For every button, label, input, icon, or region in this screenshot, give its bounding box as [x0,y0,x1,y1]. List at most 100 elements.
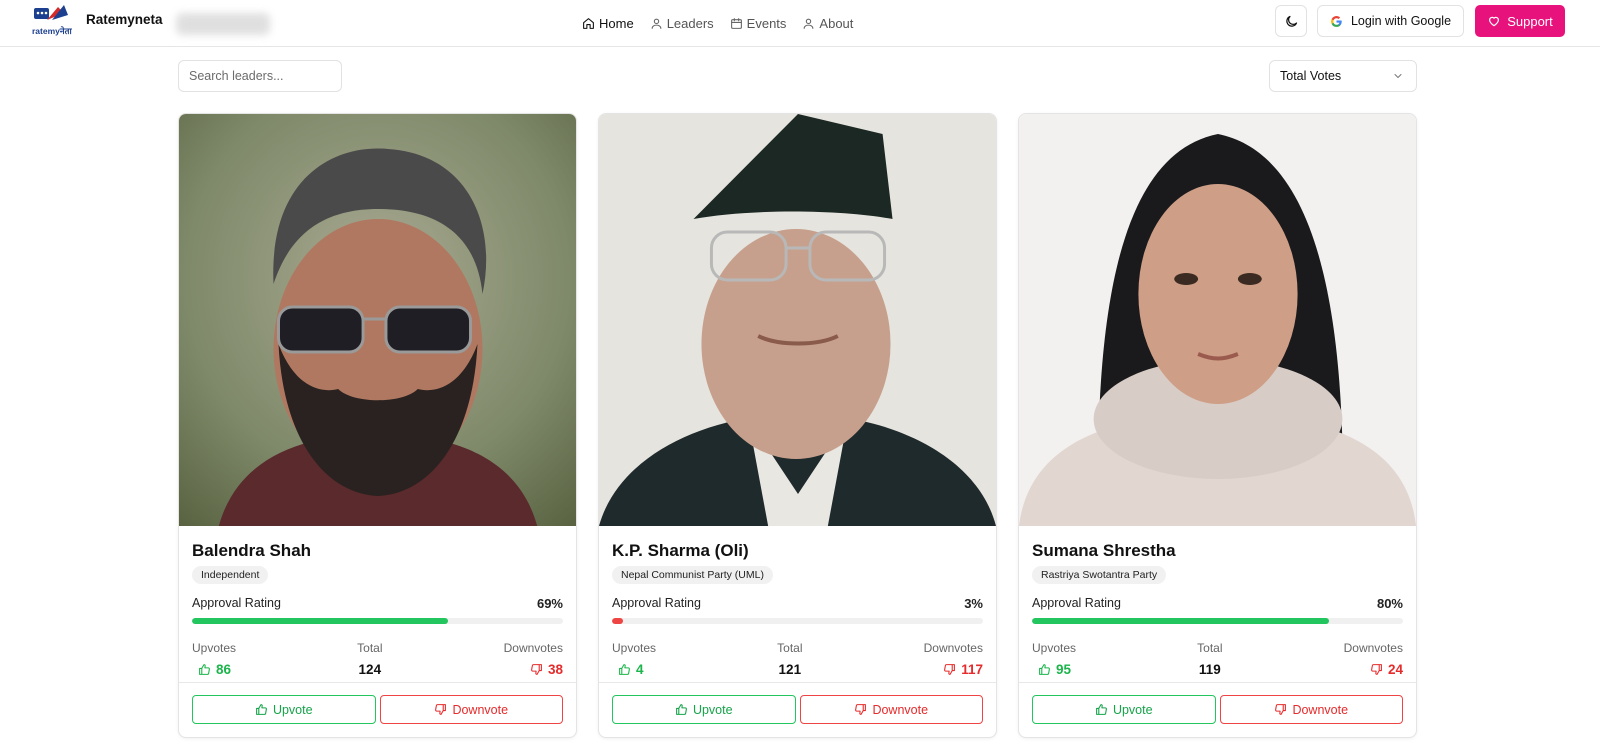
total-value: 119 [1198,662,1221,677]
leader-name[interactable]: K.P. Sharma (Oli) [612,541,983,561]
party-badge: Nepal Communist Party (UML) [612,566,773,584]
thumbs-up-icon [676,704,687,715]
thumbs-up-icon [256,704,267,715]
nav-about[interactable]: About [802,13,853,33]
downvote-button[interactable]: Downvote [1219,695,1403,724]
card-divider [599,682,996,683]
upvote-label: Upvote [692,702,733,717]
thumbs-down-icon [944,664,956,675]
nav-leaders[interactable]: Leaders [650,13,714,33]
nav-home[interactable]: Home [582,13,634,33]
home-icon [583,17,594,29]
downvote-button[interactable]: Downvote [799,695,983,724]
approval-progress-bar [1032,618,1403,624]
card-divider [179,682,576,683]
thumbs-down-icon [1371,664,1382,675]
upvotes-label: Upvotes [612,641,657,655]
approval-percent: 69% [536,596,563,611]
nav-about-label: About [819,15,854,31]
main-nav: Home Leaders Events About [582,13,853,33]
vote-actions: Upvote Downvote [612,695,983,724]
leader-photo [179,114,576,526]
upvotes-stat: Upvotes 86 [192,641,236,677]
approval-label: Approval Rating [1032,596,1121,610]
vote-actions: Upvote Downvote [1032,695,1403,724]
upvote-button[interactable]: Upvote [1032,695,1216,724]
downvotes-count: 117 [943,662,983,677]
total-value: 124 [358,662,382,677]
approval-progress-fill [1032,618,1329,624]
approval-label: Approval Rating [192,596,281,610]
approval-percent: 3% [964,596,983,611]
approval-row: Approval Rating 69% [192,596,563,611]
downvotes-value: 117 [961,662,983,677]
approval-progress-fill [612,618,624,624]
total-value: 121 [778,662,802,677]
downvotes-label: Downvotes [503,641,563,655]
approval-progress-bar [192,618,563,624]
downvotes-value: 38 [547,662,563,677]
thumbs-up-icon [1039,664,1050,675]
calendar-icon [730,17,742,29]
nav-leaders-label: Leaders [666,15,714,31]
downvote-button[interactable]: Downvote [379,695,563,724]
thumbs-up-icon [1096,704,1107,715]
leader-card: Sumana Shrestha Rastriya Swotantra Party… [1018,113,1417,738]
leader-name[interactable]: Sumana Shrestha [1032,541,1403,561]
nav-events-label: Events [746,15,787,31]
sort-select[interactable]: Total Votes [1269,60,1417,92]
support-label: Support [1507,13,1553,29]
logo-wordmark: ratemyनेता [32,26,72,36]
google-icon [1331,15,1342,27]
search-leaders-input[interactable] [178,60,342,92]
support-button[interactable]: Support [1475,5,1565,37]
downvotes-stat: Downvotes 24 [1344,641,1403,677]
downvotes-value: 24 [1387,662,1403,677]
login-with-google-button[interactable]: Login with Google [1317,5,1464,37]
vote-actions: Upvote Downvote [192,695,563,724]
upvotes-label: Upvotes [1032,641,1077,655]
total-label: Total [777,641,803,655]
leader-card: Balendra Shah Independent Approval Ratin… [178,113,577,738]
leader-photo [1019,114,1416,526]
upvote-button[interactable]: Upvote [612,695,796,724]
vote-stats: Upvotes 95 Total 119 Downvotes 24 [1032,641,1403,677]
upvotes-stat: Upvotes 95 [1032,641,1076,677]
brand-name[interactable]: Ratemyneta [86,12,163,27]
thumbs-up-icon [199,664,210,675]
thumbs-up-icon [619,664,630,675]
nav-home-label: Home [599,15,634,31]
downvote-label: Downvote [872,702,929,717]
thumbs-down-icon [1275,704,1287,715]
theme-toggle-button[interactable] [1275,5,1307,37]
downvotes-count: 38 [530,662,563,677]
downvotes-label: Downvotes [923,641,983,655]
approval-label: Approval Rating [612,596,701,610]
total-stat: Total 119 [1197,641,1222,677]
total-label: Total [1197,641,1223,655]
downvotes-label: Downvotes [1343,641,1403,655]
approval-percent: 80% [1376,596,1403,611]
heart-icon [1489,16,1500,27]
moon-icon [1285,15,1297,27]
upvotes-label: Upvotes [192,641,237,655]
party-badge: Independent [192,566,269,584]
upvote-label: Upvote [272,702,313,717]
downvote-label: Downvote [1292,702,1349,717]
upvotes-count: 95 [1032,662,1076,677]
nav-events[interactable]: Events [730,13,787,33]
leader-name[interactable]: Balendra Shah [192,541,563,561]
ratemyneta-logo[interactable]: ratemyनेता [32,3,76,39]
total-label: Total [357,641,383,655]
vote-stats: Upvotes 86 Total 124 Downvotes 38 [192,641,563,677]
approval-row: Approval Rating 80% [1032,596,1403,611]
downvote-label: Downvote [452,702,509,717]
leader-card: K.P. Sharma (Oli) Nepal Communist Party … [598,113,997,738]
approval-progress-bar [612,618,983,624]
party-badge: Rastriya Swotantra Party [1032,566,1167,584]
chevron-down-icon [1394,74,1402,78]
top-navbar: ratemyनेता Ratemyneta Home Leaders Event… [0,0,1600,47]
vote-stats: Upvotes 4 Total 121 Downvotes 117 [612,641,983,677]
upvote-button[interactable]: Upvote [192,695,376,724]
downvotes-count: 24 [1370,662,1403,677]
